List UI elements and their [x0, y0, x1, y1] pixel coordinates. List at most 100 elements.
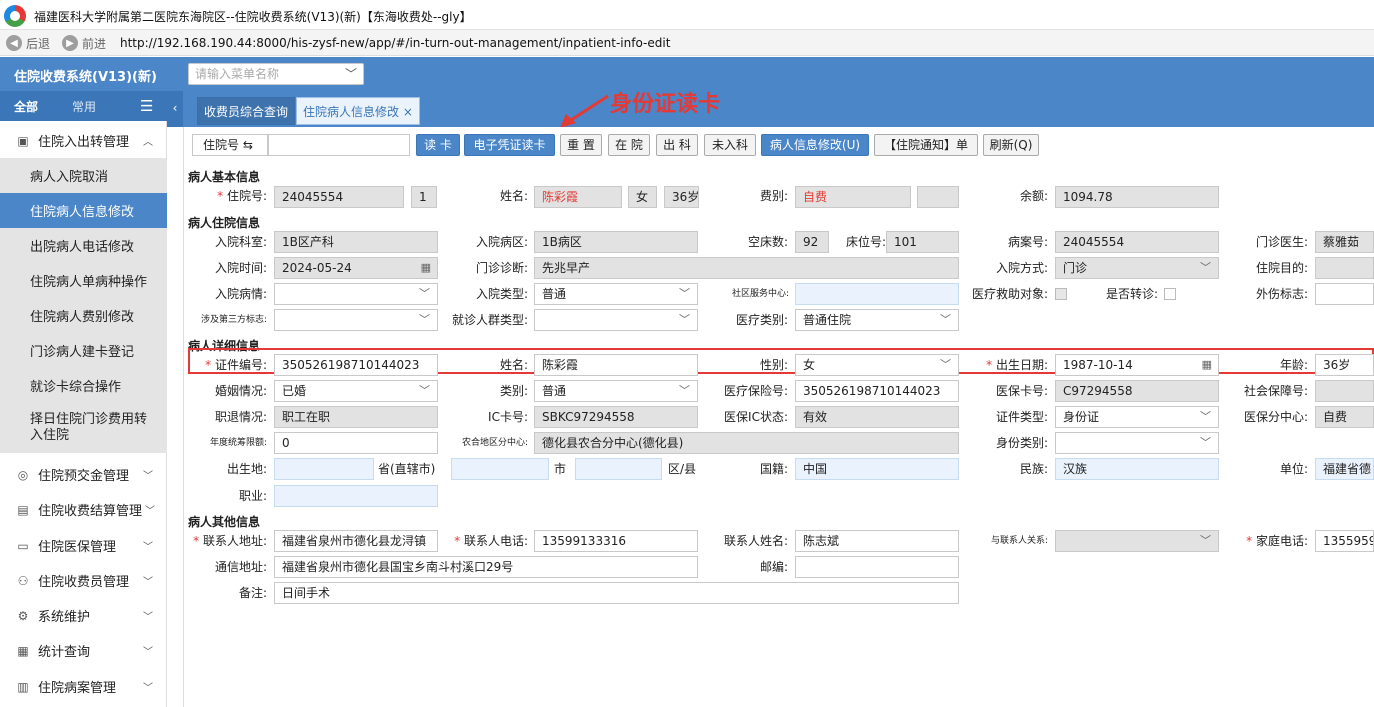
- employer-field[interactable]: 福建省德: [1315, 458, 1374, 480]
- sidebar-group-records[interactable]: ▥ 住院病案管理 ﹀: [0, 669, 167, 704]
- tab-cashier-query[interactable]: 收费员综合查询: [197, 97, 296, 125]
- reset-button[interactable]: 重 置: [560, 134, 602, 156]
- section-stay-title: 病人住院信息: [188, 216, 261, 230]
- condition-select[interactable]: ﹀: [274, 283, 438, 305]
- ethnic-field[interactable]: 汉族: [1055, 458, 1219, 480]
- menu-search-placeholder: 请输入菜单名称: [195, 67, 280, 81]
- back-button[interactable]: ◀ 后退: [6, 34, 50, 52]
- discharge-dept-button[interactable]: 出 科: [656, 134, 698, 156]
- birthplace-field[interactable]: [274, 458, 374, 480]
- sidebar-item-cancel-admission[interactable]: 病人入院取消: [0, 158, 167, 193]
- city-field[interactable]: [575, 458, 662, 480]
- read-card-button[interactable]: 读 卡: [416, 134, 460, 156]
- birth-date-value: 1987-10-14: [1063, 358, 1133, 372]
- category-select[interactable]: 普通 ﹀: [534, 380, 698, 402]
- annual-field[interactable]: 0: [274, 432, 438, 454]
- social-field: [1315, 380, 1374, 402]
- sidebar-tabs: 全部 常用 ☰: [0, 91, 167, 121]
- sidebar-item-opd-card[interactable]: 门诊病人建卡登记: [0, 333, 167, 368]
- contact-name-field[interactable]: 陈志斌: [795, 530, 959, 552]
- age-field: 36岁: [664, 186, 699, 208]
- sidebar-group-settlement[interactable]: ▤ 住院收费结算管理 ﹀: [0, 492, 167, 527]
- search-type-select[interactable]: 住院号 ⇆: [192, 134, 268, 156]
- url-field[interactable]: http://192.168.190.44:8000/his-zysf-new/…: [120, 36, 670, 50]
- hamburger-menu-icon[interactable]: ☰: [140, 97, 153, 115]
- sidebar-group-system[interactable]: ⚙ 系统维护 ﹀: [0, 598, 167, 633]
- contact-addr-field[interactable]: 福建省泉州市德化县龙浔镇: [274, 530, 438, 552]
- opd-doctor-field: 蔡雅茹: [1315, 231, 1374, 253]
- sidebar-item-card-ops[interactable]: 就诊卡综合操作: [0, 368, 167, 403]
- birth-date-field[interactable]: 1987-10-14 ▦: [1055, 354, 1219, 376]
- sidebar-item-single-disease[interactable]: 住院病人单病种操作: [0, 263, 167, 298]
- id-type-select[interactable]: 身份证 ﹀: [1055, 406, 1219, 428]
- condition-label: 入院病情:: [214, 287, 267, 301]
- fee-type-label: 费别:: [759, 189, 788, 203]
- remark-field[interactable]: 日间手术: [274, 582, 959, 604]
- id-no-field[interactable]: 350526198710144023: [274, 354, 438, 376]
- close-icon[interactable]: ×: [403, 105, 413, 119]
- admission-transfer-icon: ▣: [17, 133, 29, 148]
- sidebar-item-label: 住院病人信息修改: [30, 205, 135, 220]
- med-cat-select[interactable]: 普通住院 ﹀: [795, 309, 959, 331]
- not-admitted-button[interactable]: 未入科: [704, 134, 756, 156]
- ward-field: 1B病区: [534, 231, 698, 253]
- admission-notice-button[interactable]: 【住院通知】单: [874, 134, 978, 156]
- chevron-down-icon: ﹀: [679, 313, 690, 326]
- sidebar-tab-common[interactable]: 常用: [72, 98, 96, 115]
- province-field[interactable]: [451, 458, 549, 480]
- detail-name-label: 姓名:: [499, 358, 528, 372]
- community-field[interactable]: [795, 283, 959, 305]
- refresh-button[interactable]: 刷新(Q): [983, 134, 1039, 156]
- bed-field: 101: [886, 231, 959, 253]
- edit-patient-button[interactable]: 病人信息修改(U): [761, 134, 869, 156]
- third-party-select[interactable]: ﹀: [274, 309, 438, 331]
- injury-field[interactable]: [1315, 283, 1374, 305]
- sidebar-tab-all[interactable]: 全部: [14, 98, 38, 115]
- relation-select[interactable]: ﹀: [1055, 530, 1219, 552]
- sidebar-group-cashiers[interactable]: ⚇ 住院收费员管理 ﹀: [0, 563, 167, 598]
- sidebar-item-fee-transfer[interactable]: 择日住院门诊费用转入住院: [0, 403, 167, 453]
- nationality-field[interactable]: 中国: [795, 458, 959, 480]
- sidebar: ▣ 住院入出转管理 ︿ 病人入院取消 住院病人信息修改 出院病人电话修改 住院病人单…: [0, 121, 167, 707]
- sidebar-item-fee-type[interactable]: 住院病人费别修改: [0, 298, 167, 333]
- ins-no-field[interactable]: 350526198710144023: [795, 380, 959, 402]
- menu-search-select[interactable]: 请输入菜单名称 ﹀: [188, 63, 364, 85]
- collapse-sidebar-icon[interactable]: ‹: [167, 91, 183, 127]
- admit-mode-select[interactable]: 门诊 ﹀: [1055, 257, 1219, 279]
- e-voucher-read-button[interactable]: 电子凭证读卡: [464, 134, 555, 156]
- contact-phone-field[interactable]: 13599133316: [534, 530, 698, 552]
- records-icon: ▥: [17, 679, 29, 694]
- calendar-icon: ▦: [420, 261, 431, 274]
- sidebar-item-inpatient-edit[interactable]: 住院病人信息修改: [0, 193, 167, 228]
- annotation-arrow-icon: [560, 94, 609, 128]
- zip-field[interactable]: [795, 556, 959, 578]
- detail-name-field[interactable]: 陈彩霞: [534, 354, 698, 376]
- marital-select[interactable]: 已婚 ﹀: [274, 380, 438, 402]
- rescue-checkbox[interactable]: [1055, 288, 1067, 300]
- crowd-select[interactable]: ﹀: [534, 309, 698, 331]
- admission-no-search-input[interactable]: [268, 134, 410, 156]
- ins-center-field: 自费: [1315, 406, 1374, 428]
- toolbar: 住院号 ⇆ 读 卡 电子凭证读卡 重 置 在 院 出 科 未入科 病人信息修改(…: [185, 130, 1374, 160]
- detail-age-field[interactable]: 36岁: [1315, 354, 1374, 376]
- tab-inpatient-edit[interactable]: 住院病人信息修改 ×: [296, 97, 420, 125]
- home-phone-field[interactable]: 13559594: [1315, 530, 1374, 552]
- dept-label: 入院科室:: [214, 235, 267, 249]
- occupation-field[interactable]: [274, 485, 438, 507]
- admit-time-field[interactable]: 2024-05-24 ▦: [274, 257, 438, 279]
- sidebar-group-admission[interactable]: ▣ 住院入出转管理 ︿: [0, 123, 167, 158]
- sidebar-group-deposit[interactable]: ◎ 住院预交金管理 ﹀: [0, 457, 167, 492]
- mail-addr-field[interactable]: 福建省泉州市德化县国宝乡南斗村溪口29号: [274, 556, 698, 578]
- in-hospital-button[interactable]: 在 院: [608, 134, 650, 156]
- referral-checkbox[interactable]: [1164, 288, 1176, 300]
- community-label: 社区服务中心:: [731, 289, 789, 299]
- forward-button[interactable]: ▶ 前进: [62, 34, 106, 52]
- sidebar-group-label: 住院预交金管理: [38, 469, 130, 484]
- sidebar-group-statistics[interactable]: ▦ 统计查询 ﹀: [0, 633, 167, 668]
- chevron-down-icon: ﹀: [679, 384, 690, 397]
- admit-type-select[interactable]: 普通 ﹀: [534, 283, 698, 305]
- sidebar-item-discharge-phone[interactable]: 出院病人电话修改: [0, 228, 167, 263]
- sidebar-group-insurance[interactable]: ▭ 住院医保管理 ﹀: [0, 528, 167, 563]
- identity-select[interactable]: ﹀: [1055, 432, 1219, 454]
- detail-sex-select[interactable]: 女 ﹀: [795, 354, 959, 376]
